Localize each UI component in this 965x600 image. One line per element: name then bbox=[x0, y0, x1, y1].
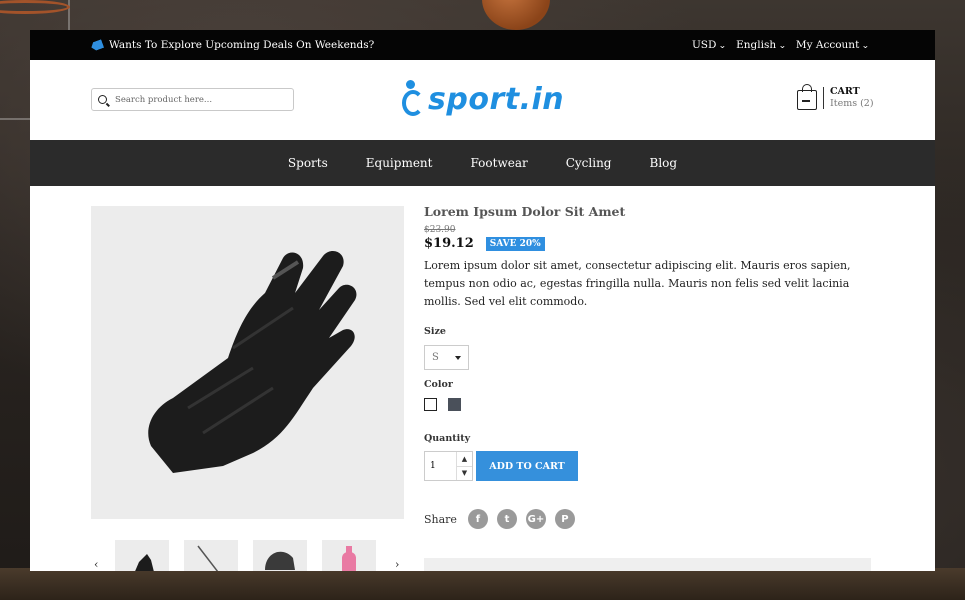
save-badge: SAVE 20% bbox=[485, 236, 545, 251]
google-plus-icon[interactable]: G+ bbox=[525, 509, 546, 529]
facebook-icon[interactable]: f bbox=[467, 509, 488, 529]
shopping-bag-icon bbox=[797, 84, 817, 110]
nav-item-sports[interactable]: Sports bbox=[269, 156, 347, 170]
twitter-icon[interactable]: t bbox=[496, 509, 517, 529]
cart-item-count: Items (2) bbox=[830, 98, 874, 109]
store-page: Wants To Explore Upcoming Deals On Weeke… bbox=[30, 30, 935, 571]
search-input[interactable] bbox=[115, 94, 275, 105]
cart-widget[interactable]: CART Items (2) bbox=[797, 84, 874, 110]
product-tabs-strip bbox=[424, 558, 871, 571]
share-row: Share f t G+ P bbox=[424, 509, 874, 529]
tag-icon bbox=[90, 39, 104, 52]
chevron-down-icon: ⌄ bbox=[861, 40, 870, 50]
search-box[interactable] bbox=[91, 88, 294, 111]
product-title: Lorem Ipsum Dolor Sit Amet bbox=[424, 204, 626, 219]
runner-logo-icon bbox=[402, 77, 428, 121]
cart-title: CART bbox=[830, 86, 860, 97]
quantity-down-icon[interactable]: ▼ bbox=[457, 465, 472, 481]
quantity-up-icon[interactable]: ▲ bbox=[457, 452, 472, 466]
color-label: Color bbox=[424, 379, 453, 390]
caret-down-icon bbox=[455, 355, 461, 360]
nav-item-equipment[interactable]: Equipment bbox=[347, 156, 452, 170]
header: sport.in CART Items (2) bbox=[30, 60, 935, 140]
quantity-stepper: ▲ ▼ bbox=[424, 451, 473, 481]
current-price: $19.12 bbox=[424, 236, 474, 251]
glove-image bbox=[147, 250, 356, 473]
old-price: $23.90 bbox=[424, 225, 456, 235]
site-logo[interactable]: sport.in bbox=[402, 76, 564, 122]
thumbnail-bottle[interactable] bbox=[322, 540, 376, 571]
color-swatch-white[interactable] bbox=[424, 398, 437, 411]
color-swatch-dark-gray[interactable] bbox=[448, 398, 461, 411]
quantity-label: Quantity bbox=[424, 433, 471, 444]
nav-item-footwear[interactable]: Footwear bbox=[452, 156, 547, 170]
cart-divider bbox=[823, 87, 824, 109]
thumbnail-glove[interactable] bbox=[115, 540, 169, 571]
product-info: Lorem Ipsum Dolor Sit Amet $23.90 $19.12… bbox=[424, 204, 874, 529]
logo-text: sport.in bbox=[428, 81, 565, 117]
promo-banner[interactable]: Wants To Explore Upcoming Deals On Weeke… bbox=[91, 39, 374, 51]
thumbnail-strip bbox=[115, 540, 385, 571]
size-label: Size bbox=[424, 326, 446, 337]
size-value: S bbox=[432, 352, 439, 363]
main-nav: Sports Equipment Footwear Cycling Blog bbox=[30, 140, 935, 186]
nav-item-blog[interactable]: Blog bbox=[631, 156, 697, 170]
language-label: English bbox=[736, 39, 777, 51]
thumbnail-racket[interactable] bbox=[184, 540, 238, 571]
thumbnail-helmet[interactable] bbox=[253, 540, 307, 571]
account-label: My Account bbox=[795, 39, 860, 51]
language-dropdown[interactable]: English ⌄ bbox=[736, 39, 786, 51]
nav-item-cycling[interactable]: Cycling bbox=[547, 156, 631, 170]
chevron-down-icon: ⌄ bbox=[718, 40, 727, 50]
share-label: Share bbox=[424, 512, 457, 526]
pinterest-icon[interactable]: P bbox=[554, 509, 575, 529]
account-dropdown[interactable]: My Account ⌄ bbox=[795, 39, 870, 51]
thumb-prev-icon[interactable]: ‹ bbox=[94, 558, 98, 571]
court-floor bbox=[0, 568, 965, 600]
product-main-image[interactable] bbox=[91, 206, 404, 519]
quantity-input[interactable] bbox=[425, 452, 456, 480]
search-icon[interactable] bbox=[98, 95, 107, 104]
chevron-down-icon: ⌄ bbox=[778, 40, 787, 50]
thumb-next-icon[interactable]: › bbox=[395, 558, 399, 571]
currency-label: USD bbox=[691, 39, 717, 51]
top-bar: Wants To Explore Upcoming Deals On Weeke… bbox=[30, 30, 935, 60]
add-to-cart-button[interactable]: ADD TO CART bbox=[476, 451, 578, 481]
size-select[interactable]: S bbox=[424, 345, 469, 370]
basketball-image bbox=[482, 0, 550, 30]
product-description: Lorem ipsum dolor sit amet, consectetur … bbox=[424, 259, 851, 308]
promo-text: Wants To Explore Upcoming Deals On Weeke… bbox=[109, 39, 375, 51]
currency-dropdown[interactable]: USD ⌄ bbox=[691, 39, 727, 51]
